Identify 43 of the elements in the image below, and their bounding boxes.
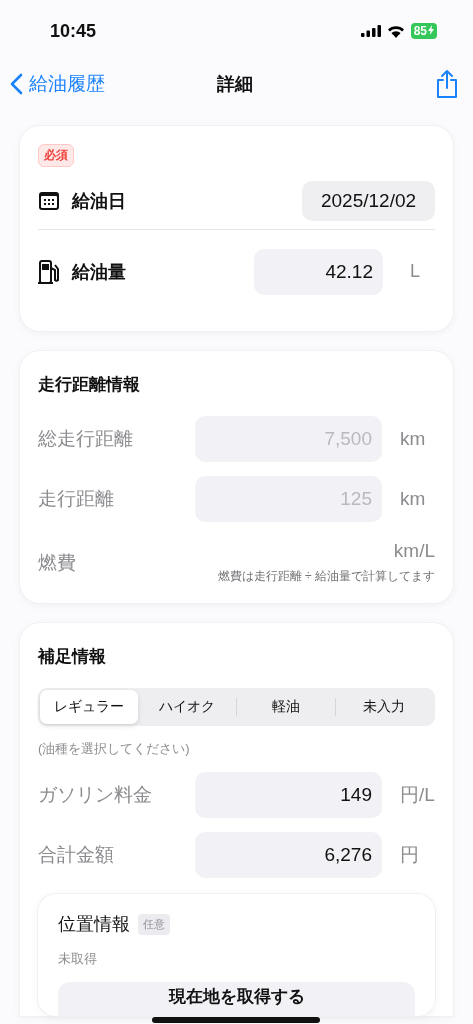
share-icon[interactable] bbox=[435, 69, 459, 99]
hint-text: (油種を選択してください) bbox=[38, 740, 191, 758]
section-title: 位置情報 bbox=[58, 913, 130, 936]
date-field[interactable]: 2025/12/02 bbox=[302, 181, 435, 221]
screen-title: 詳細 bbox=[216, 73, 253, 96]
fuel-type-tab[interactable]: ハイオク bbox=[138, 690, 236, 724]
clock: 10:45 bbox=[50, 20, 98, 42]
unit-label: 円 bbox=[399, 843, 420, 867]
field-label: 総走行距離 bbox=[38, 427, 134, 451]
unit-label: L bbox=[409, 261, 421, 282]
fuel-type-tab[interactable]: 軽油 bbox=[237, 690, 335, 724]
field-label: 走行距離 bbox=[38, 487, 115, 511]
signal-icon bbox=[360, 25, 381, 37]
field-label: 給油日 bbox=[72, 190, 127, 213]
field-label: ガソリン料金 bbox=[38, 783, 153, 807]
field-label: 合計金額 bbox=[38, 843, 115, 867]
optional-badge: 任意 bbox=[138, 913, 170, 935]
field-label: 給油量 bbox=[72, 260, 127, 284]
location-status: 未取得 bbox=[58, 950, 98, 968]
back-button[interactable]: 給油履歴 bbox=[10, 71, 105, 97]
fuel-type-tab[interactable]: 未入力 bbox=[335, 690, 433, 724]
input-field[interactable]: 149 bbox=[195, 772, 382, 818]
required-badge: 必須 bbox=[38, 144, 74, 167]
input-field[interactable]: 125 bbox=[195, 476, 382, 522]
segmented-control[interactable]: レギュラー ハイオク 軽油 未入力 bbox=[38, 688, 435, 726]
unit-label: km bbox=[399, 488, 427, 510]
battery-indicator: 85 bbox=[410, 23, 437, 39]
section-title: 走行距離情報 bbox=[38, 374, 141, 396]
input-field[interactable]: 42.12 bbox=[254, 248, 383, 295]
unit-label: 円/L bbox=[399, 783, 435, 807]
unit-label: km bbox=[399, 428, 427, 450]
get-location-button[interactable]: 現在地を取得する bbox=[58, 982, 415, 1016]
calculation-note: 燃費は走行距離 ÷ 給油量で計算してます bbox=[217, 568, 435, 585]
unit-label: km/L bbox=[393, 540, 435, 562]
calendar-icon bbox=[38, 191, 60, 211]
wifi-icon bbox=[386, 24, 405, 38]
input-field[interactable]: 7,500 bbox=[195, 416, 382, 462]
input-field[interactable]: 6,276 bbox=[195, 832, 382, 878]
chevron-left-icon bbox=[10, 73, 23, 95]
fuel-pump-icon bbox=[38, 258, 60, 285]
field-label: 燃費 bbox=[38, 550, 77, 575]
fuel-type-tab[interactable]: レギュラー bbox=[40, 690, 138, 724]
section-title: 補足情報 bbox=[38, 646, 107, 668]
